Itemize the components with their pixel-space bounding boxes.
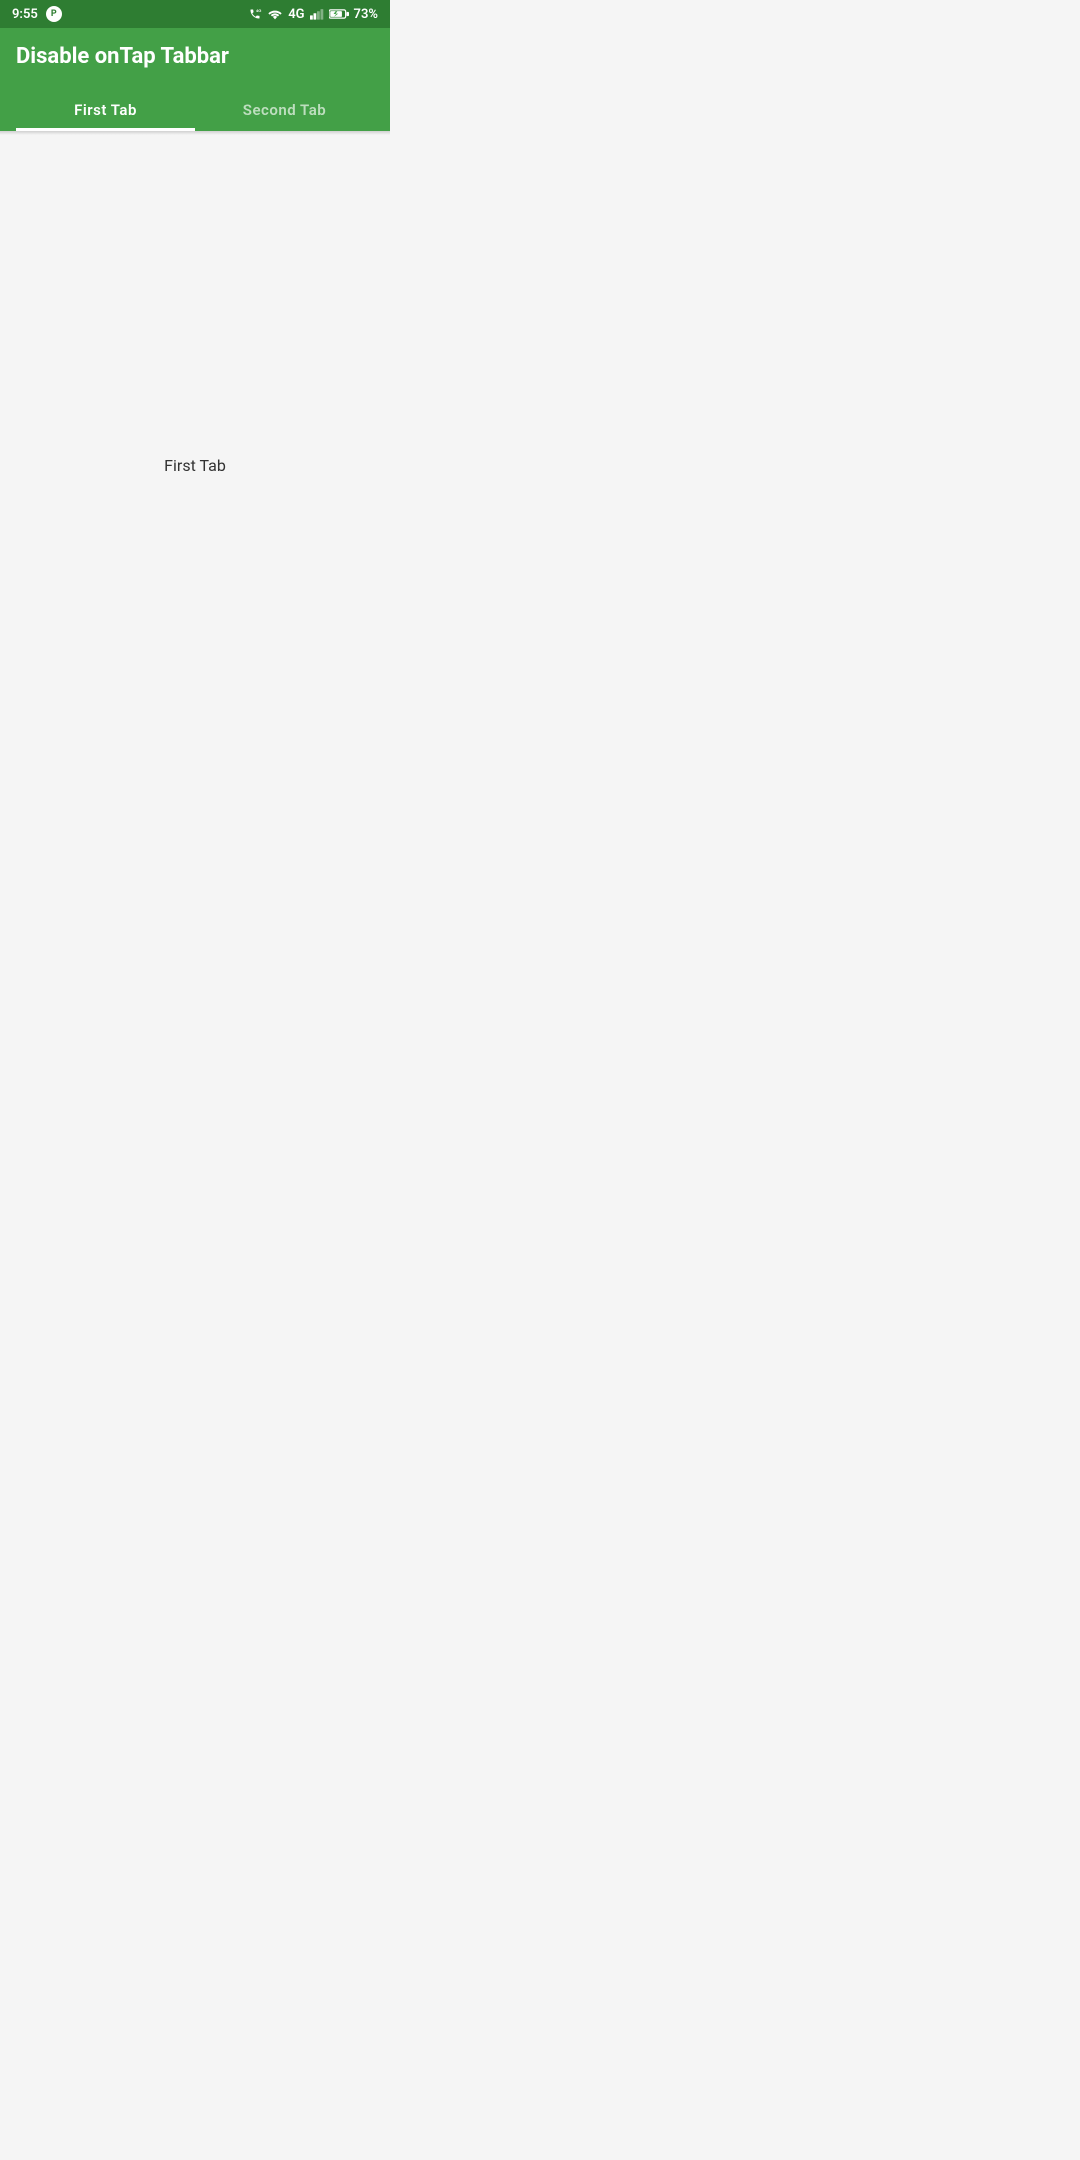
app-title: Disable onTap Tabbar [16, 44, 374, 85]
status-time: 9:55 [12, 7, 38, 22]
status-left: 9:55 P [12, 6, 62, 22]
signal-icon [310, 8, 324, 20]
tab-second[interactable]: Second Tab [195, 85, 374, 131]
battery-level: 73% [354, 7, 378, 22]
phone-icon: 4G [248, 8, 262, 20]
tab-bar: First Tab Second Tab [16, 85, 374, 131]
svg-text:4G: 4G [256, 8, 261, 13]
app-bar: Disable onTap Tabbar First Tab Second Ta… [0, 28, 390, 131]
tab-second-label: Second Tab [243, 101, 326, 119]
status-right: 4G 4G 73% [248, 7, 378, 22]
content-tab-label: First Tab [164, 456, 226, 475]
battery-icon [329, 8, 349, 20]
wifi-icon [267, 8, 283, 20]
status-bar: 9:55 P 4G 4G 73% [0, 0, 390, 28]
tab-first[interactable]: First Tab [16, 85, 195, 131]
network-label: 4G [288, 7, 304, 22]
pandora-icon: P [46, 6, 62, 22]
tab-first-label: First Tab [74, 101, 137, 119]
content-area: First Tab [0, 135, 390, 795]
